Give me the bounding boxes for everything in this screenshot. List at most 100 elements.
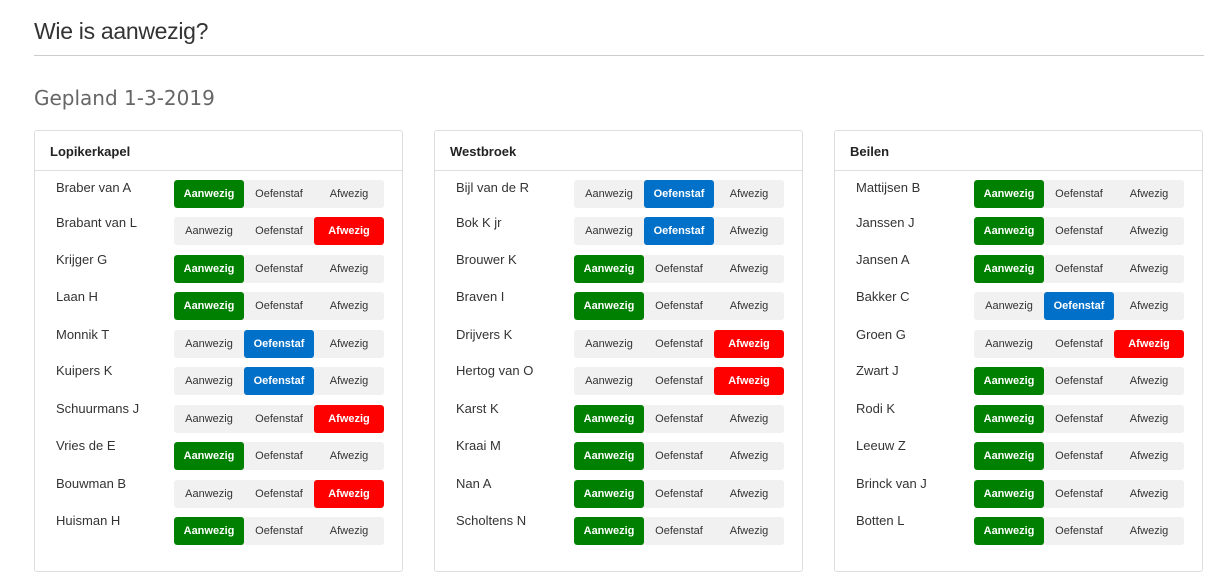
aanwezig-button[interactable]: Aanwezig [174,442,244,470]
aanwezig-button[interactable]: Aanwezig [574,217,644,245]
afwezig-button[interactable]: Afwezig [1114,180,1184,208]
oefenstaf-button[interactable]: Oefenstaf [644,405,714,433]
afwezig-button[interactable]: Afwezig [314,330,384,358]
aanwezig-button[interactable]: Aanwezig [574,442,644,470]
afwezig-button[interactable]: Afwezig [714,442,784,470]
oefenstaf-button[interactable]: Oefenstaf [644,217,714,245]
oefenstaf-button[interactable]: Oefenstaf [644,255,714,283]
afwezig-button[interactable]: Afwezig [1114,292,1184,320]
aanwezig-button[interactable]: Aanwezig [574,255,644,283]
oefenstaf-button[interactable]: Oefenstaf [1044,517,1114,545]
aanwezig-button[interactable]: Aanwezig [174,292,244,320]
oefenstaf-button[interactable]: Oefenstaf [1044,217,1114,245]
aanwezig-button[interactable]: Aanwezig [174,517,244,545]
oefenstaf-button[interactable]: Oefenstaf [644,480,714,508]
afwezig-button[interactable]: Afwezig [1114,367,1184,395]
afwezig-button[interactable]: Afwezig [314,292,384,320]
player-name: Brinck van J [856,476,927,491]
afwezig-button[interactable]: Afwezig [714,292,784,320]
aanwezig-button[interactable]: Aanwezig [174,180,244,208]
aanwezig-button[interactable]: Aanwezig [974,442,1044,470]
afwezig-button[interactable]: Afwezig [1114,405,1184,433]
oefenstaf-button[interactable]: Oefenstaf [1044,292,1114,320]
player-name: Rodi K [856,401,896,416]
oefenstaf-button[interactable]: Oefenstaf [244,442,314,470]
player-row: Scholtens N Aanwezig Oefenstaf Afwezig [435,513,802,547]
aanwezig-button[interactable]: Aanwezig [574,517,644,545]
aanwezig-button[interactable]: Aanwezig [174,367,244,395]
oefenstaf-button[interactable]: Oefenstaf [244,405,314,433]
afwezig-button[interactable]: Afwezig [314,517,384,545]
afwezig-button[interactable]: Afwezig [714,217,784,245]
oefenstaf-button[interactable]: Oefenstaf [244,292,314,320]
oefenstaf-button[interactable]: Oefenstaf [644,517,714,545]
oefenstaf-button[interactable]: Oefenstaf [1044,180,1114,208]
oefenstaf-button[interactable]: Oefenstaf [1044,255,1114,283]
oefenstaf-button[interactable]: Oefenstaf [244,367,314,395]
afwezig-button[interactable]: Afwezig [1114,330,1184,358]
player-row: Jansen A Aanwezig Oefenstaf Afwezig [835,252,1202,285]
afwezig-button[interactable]: Afwezig [314,180,384,208]
afwezig-button[interactable]: Afwezig [714,180,784,208]
aanwezig-button[interactable]: Aanwezig [574,292,644,320]
oefenstaf-button[interactable]: Oefenstaf [644,442,714,470]
oefenstaf-button[interactable]: Oefenstaf [1044,442,1114,470]
aanwezig-button[interactable]: Aanwezig [974,217,1044,245]
aanwezig-button[interactable]: Aanwezig [974,367,1044,395]
oefenstaf-button[interactable]: Oefenstaf [1044,405,1114,433]
afwezig-button[interactable]: Afwezig [1114,442,1184,470]
aanwezig-button[interactable]: Aanwezig [174,480,244,508]
oefenstaf-button[interactable]: Oefenstaf [644,180,714,208]
aanwezig-button[interactable]: Aanwezig [574,405,644,433]
afwezig-button[interactable]: Afwezig [1114,255,1184,283]
aanwezig-button[interactable]: Aanwezig [574,367,644,395]
aanwezig-button[interactable]: Aanwezig [174,217,244,245]
oefenstaf-button[interactable]: Oefenstaf [644,367,714,395]
aanwezig-button[interactable]: Aanwezig [174,405,244,433]
afwezig-button[interactable]: Afwezig [314,405,384,433]
oefenstaf-button[interactable]: Oefenstaf [244,330,314,358]
oefenstaf-button[interactable]: Oefenstaf [244,480,314,508]
afwezig-button[interactable]: Afwezig [314,367,384,395]
aanwezig-button[interactable]: Aanwezig [574,480,644,508]
aanwezig-button[interactable]: Aanwezig [974,405,1044,433]
oefenstaf-button[interactable]: Oefenstaf [244,217,314,245]
oefenstaf-button[interactable]: Oefenstaf [1044,480,1114,508]
afwezig-button[interactable]: Afwezig [714,405,784,433]
oefenstaf-button[interactable]: Oefenstaf [644,292,714,320]
aanwezig-button[interactable]: Aanwezig [974,330,1044,358]
afwezig-button[interactable]: Afwezig [1114,217,1184,245]
player-row: Bok K jr Aanwezig Oefenstaf Afwezig [435,215,802,247]
afwezig-button[interactable]: Afwezig [714,367,784,395]
aanwezig-button[interactable]: Aanwezig [974,480,1044,508]
oefenstaf-button[interactable]: Oefenstaf [1044,367,1114,395]
aanwezig-button[interactable]: Aanwezig [974,255,1044,283]
afwezig-button[interactable]: Afwezig [314,255,384,283]
afwezig-button[interactable]: Afwezig [1114,517,1184,545]
page-title: Wie is aanwezig? [34,18,209,44]
afwezig-button[interactable]: Afwezig [314,480,384,508]
afwezig-button[interactable]: Afwezig [714,255,784,283]
oefenstaf-button[interactable]: Oefenstaf [244,517,314,545]
aanwezig-button[interactable]: Aanwezig [974,517,1044,545]
aanwezig-button[interactable]: Aanwezig [574,330,644,358]
oefenstaf-button[interactable]: Oefenstaf [644,330,714,358]
aanwezig-button[interactable]: Aanwezig [174,255,244,283]
aanwezig-button[interactable]: Aanwezig [574,180,644,208]
oefenstaf-button[interactable]: Oefenstaf [1044,330,1114,358]
oefenstaf-button[interactable]: Oefenstaf [244,255,314,283]
aanwezig-button[interactable]: Aanwezig [974,180,1044,208]
afwezig-button[interactable]: Afwezig [314,217,384,245]
aanwezig-button[interactable]: Aanwezig [174,330,244,358]
team-name: Westbroek [435,131,802,171]
player-row: Brouwer K Aanwezig Oefenstaf Afwezig [435,252,802,285]
oefenstaf-button[interactable]: Oefenstaf [244,180,314,208]
afwezig-button[interactable]: Afwezig [714,480,784,508]
aanwezig-button[interactable]: Aanwezig [974,292,1044,320]
afwezig-button[interactable]: Afwezig [1114,480,1184,508]
player-row: Bijl van de R Aanwezig Oefenstaf Afwezig [435,180,802,210]
afwezig-button[interactable]: Afwezig [714,517,784,545]
afwezig-button[interactable]: Afwezig [714,330,784,358]
afwezig-button[interactable]: Afwezig [314,442,384,470]
player-name: Brouwer K [456,252,517,267]
